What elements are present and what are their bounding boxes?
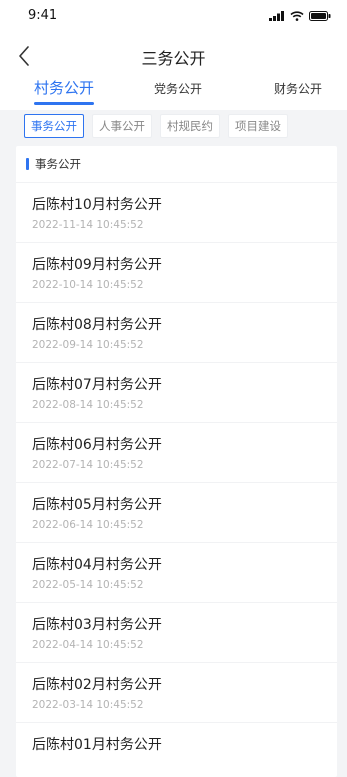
item-timestamp: 2022-09-14 10:45:52 <box>32 339 144 351</box>
nav-bar: 三务公开 <box>0 36 347 76</box>
list-item[interactable]: 后陈村05月村务公开 2022-06-14 10:45:52 <box>16 483 337 543</box>
item-title: 后陈村10月村务公开 <box>32 197 162 213</box>
list-item[interactable]: 后陈村09月村务公开 2022-10-14 10:45:52 <box>16 243 337 303</box>
list-item[interactable]: 后陈村02月村务公开 2022-03-14 10:45:52 <box>16 663 337 723</box>
page-title: 三务公开 <box>141 49 206 68</box>
item-title: 后陈村06月村务公开 <box>32 437 162 453</box>
list-item[interactable]: 后陈村04月村务公开 2022-05-14 10:45:52 <box>16 543 337 603</box>
tab-party-affairs[interactable]: 党务公开 <box>154 80 202 97</box>
announcement-list: 事务公开 后陈村10月村务公开 2022-11-14 10:45:52 后陈村0… <box>16 146 337 777</box>
tab-label: 党务公开 <box>154 82 203 96</box>
list-item[interactable]: 后陈村07月村务公开 2022-08-14 10:45:52 <box>16 363 337 423</box>
status-icons <box>269 11 331 21</box>
item-title: 后陈村02月村务公开 <box>32 677 162 693</box>
item-timestamp: 2022-08-14 10:45:52 <box>32 399 144 411</box>
section-title: 事务公开 <box>35 157 81 171</box>
item-title: 后陈村08月村务公开 <box>32 317 162 333</box>
item-timestamp: 2022-04-14 10:45:52 <box>32 639 144 651</box>
main-tabs: 村务公开 党务公开 财务公开 <box>0 76 347 110</box>
tab-label: 村务公开 <box>34 79 95 97</box>
list-item[interactable]: 后陈村06月村务公开 2022-07-14 10:45:52 <box>16 423 337 483</box>
subtab-personnel[interactable]: 人事公开 <box>92 114 152 138</box>
section-header: 事务公开 <box>16 146 337 183</box>
wifi-icon <box>290 11 304 21</box>
list-item[interactable]: 后陈村10月村务公开 2022-11-14 10:45:52 <box>16 183 337 243</box>
tab-label: 财务公开 <box>274 82 323 96</box>
item-timestamp: 2022-11-14 10:45:52 <box>32 219 144 231</box>
list-item[interactable]: 后陈村01月村务公开 <box>16 723 337 777</box>
status-time: 9:41 <box>28 8 58 23</box>
list-item[interactable]: 后陈村03月村务公开 2022-04-14 10:45:52 <box>16 603 337 663</box>
subtab-affairs[interactable]: 事务公开 <box>24 114 84 138</box>
section-accent-bar <box>26 158 29 170</box>
item-timestamp: 2022-06-14 10:45:52 <box>32 519 144 531</box>
item-title: 后陈村07月村务公开 <box>32 377 162 393</box>
sub-tabs: 事务公开 人事公开 村规民约 项目建设 <box>0 110 347 146</box>
active-tab-indicator <box>34 102 95 105</box>
item-title: 后陈村05月村务公开 <box>32 497 162 513</box>
subtab-village-rules[interactable]: 村规民约 <box>160 114 220 138</box>
battery-icon <box>309 11 331 21</box>
item-timestamp: 2022-03-14 10:45:52 <box>32 699 144 711</box>
item-title: 后陈村01月村务公开 <box>32 737 162 753</box>
item-timestamp: 2022-07-14 10:45:52 <box>32 459 144 471</box>
tab-financial-affairs[interactable]: 财务公开 <box>274 80 322 97</box>
item-title: 后陈村03月村务公开 <box>32 617 162 633</box>
item-title: 后陈村04月村务公开 <box>32 557 162 573</box>
item-timestamp: 2022-05-14 10:45:52 <box>32 579 144 591</box>
subtab-projects[interactable]: 项目建设 <box>228 114 288 138</box>
signal-icon <box>269 11 284 21</box>
item-title: 后陈村09月村务公开 <box>32 257 162 273</box>
tab-village-affairs[interactable]: 村务公开 <box>34 77 95 105</box>
item-timestamp: 2022-10-14 10:45:52 <box>32 279 144 291</box>
list-item[interactable]: 后陈村08月村务公开 2022-09-14 10:45:52 <box>16 303 337 363</box>
header: 9:41 三务公开 村务公开 党务公开 财务公开 <box>0 0 347 110</box>
status-bar: 9:41 <box>0 0 347 36</box>
